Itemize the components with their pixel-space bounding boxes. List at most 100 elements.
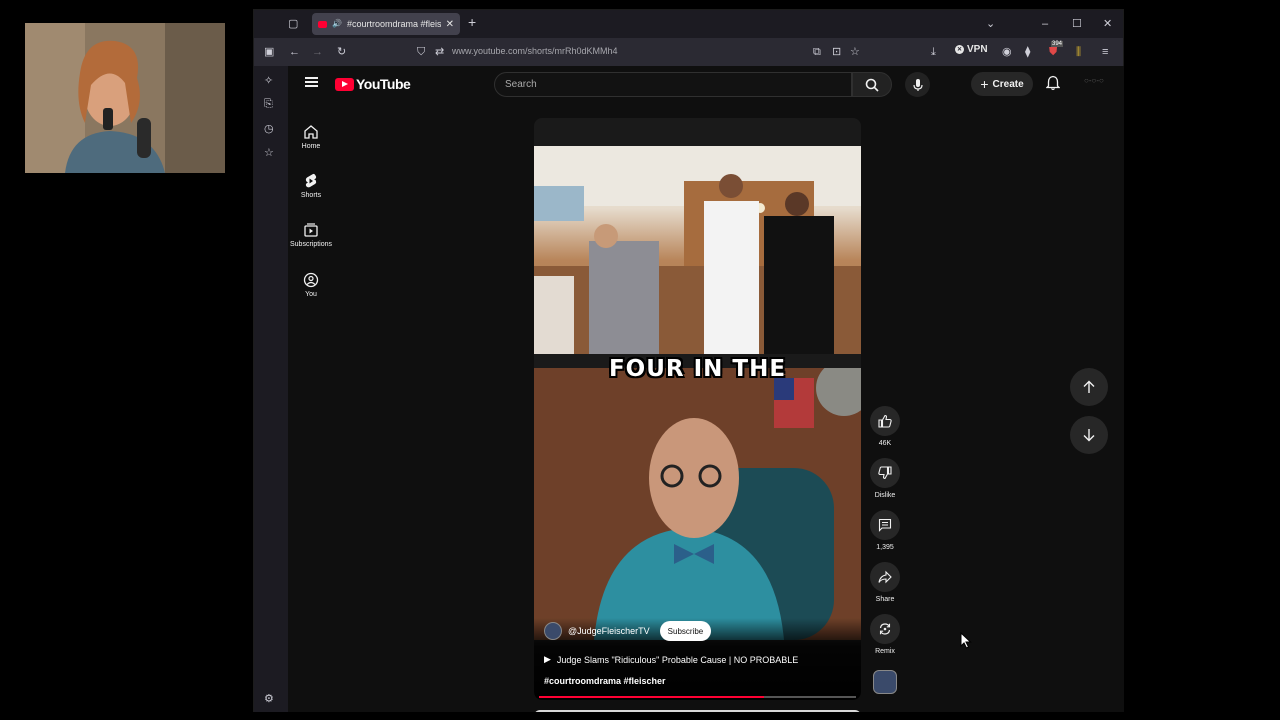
video-frame-judge [534,368,861,640]
back-icon[interactable]: ← [289,44,300,60]
channel-name[interactable]: @JudgeFleischerTV [568,626,650,636]
next-short-preview[interactable] [534,710,861,712]
shorts-icon [305,173,317,188]
search-input[interactable]: Search [494,72,852,97]
comments-button[interactable]: 1,395 [868,510,902,551]
tab-title: #courtroomdrama #fleische [346,19,441,29]
progress-bar[interactable] [539,696,856,698]
video-caption: FOUR IN THE [608,356,787,382]
bookmark-star-icon[interactable]: ☆ [850,44,860,60]
search-icon [865,78,879,92]
tab-list-chevron-icon[interactable]: ⌄ [986,16,995,32]
tab-active[interactable]: 🔊 #courtroomdrama #fleische ✕ [312,13,460,35]
dislike-button[interactable]: Dislike [868,458,902,499]
create-label: Create [992,78,1024,90]
youtube-logo[interactable]: YouTube [335,76,411,92]
guide-item-label: Subscriptions [289,241,333,248]
tab-overview-icon[interactable]: ▢ [288,16,298,32]
youtube-page: YouTube Search + Create ○-○-○ Home Short… [288,66,1124,712]
video-hashtags[interactable]: #courtroomdrama #fleischer [544,676,666,686]
webcam-overlay [25,23,225,173]
sound-button[interactable] [868,670,902,698]
minimize-icon[interactable]: – [1042,16,1048,32]
video-title-row[interactable]: ▶ Judge Slams "Ridiculous" Probable Caus… [544,654,798,665]
guide-item-subscriptions[interactable]: Subscriptions [288,222,334,248]
remix-icon [879,623,891,635]
shorts-player[interactable]: FOUR IN THE @JudgeFleischerTV Subscribe … [534,118,861,700]
create-button[interactable]: + Create [971,72,1033,96]
search-placeholder: Search [505,79,537,90]
address-bar[interactable]: www.youtube.com/shorts/mrRh0dKMMh4 [452,46,618,56]
video-title: Judge Slams "Ridiculous" Probable Cause … [556,654,799,665]
bookmarks-icon[interactable]: ☆ [264,146,274,159]
like-button[interactable]: 46K [868,406,902,447]
judge-scene-image [534,368,861,640]
maximize-icon[interactable]: ☐ [1072,16,1082,32]
close-window-icon[interactable]: ✕ [1103,16,1112,32]
sidebar-settings-icon[interactable]: ⚙ [264,692,274,705]
picture-in-picture-icon[interactable]: ⧉ [813,44,821,60]
youtube-favicon-icon [318,20,327,28]
comment-count: 1,395 [876,544,894,551]
browser-sidebar: ✧ ⎘ ◷ ☆ ⚙ [254,66,288,712]
next-short-button[interactable] [1070,416,1108,454]
browser-window: ▢ 🔊 #courtroomdrama #fleische ✕ + ⌄ – ☐ … [253,9,1124,712]
audio-playing-icon[interactable]: 🔊 [332,20,342,28]
guide-item-home[interactable]: Home [288,124,334,150]
arrow-down-icon [1083,429,1095,442]
courtroom-scene-image [534,146,861,354]
screenshot-icon[interactable]: ⊡ [832,44,841,60]
like-count: 46K [878,440,892,447]
play-icon: ▶ [544,654,551,664]
youtube-logo-text: YouTube [356,76,411,92]
channel-avatar[interactable] [544,622,562,640]
thumbs-down-icon [878,466,892,480]
new-tab-icon[interactable]: + [468,14,476,30]
history-icon[interactable]: ◷ [264,122,274,135]
shield-icon[interactable]: ⛉ [417,44,425,60]
mouse-cursor-icon [960,632,972,649]
thumbs-up-icon [878,414,892,428]
bell-icon [1045,75,1061,91]
channel-sound-avatar-icon [873,670,897,694]
subscriptions-icon [304,223,318,237]
vpn-button[interactable]: ✕ VPN [955,44,988,55]
extensions-icon[interactable]: ⧫ [1025,44,1030,60]
guide-item-label: You [305,291,317,298]
guide-item-you[interactable]: You [288,272,334,298]
forward-icon[interactable]: → [312,44,323,60]
equalizer-icon[interactable]: ⫼ [1076,44,1081,60]
progress-bar-fill [539,696,765,698]
guide-menu-icon[interactable] [305,77,318,87]
vpn-label: VPN [967,44,988,55]
share-label: Share [875,596,895,603]
account-avatar-icon[interactable]: ○-○-○ [1084,76,1104,92]
app-menu-icon[interactable]: ≡ [1102,44,1108,60]
search-button[interactable] [852,72,892,97]
you-icon [303,272,319,288]
notifications-button[interactable] [1045,75,1061,96]
remix-button[interactable]: Remix [868,614,902,655]
ai-chatbot-icon[interactable]: ✧ [264,74,273,87]
previous-short-button[interactable] [1070,368,1108,406]
home-icon [304,125,318,139]
guide-item-shorts[interactable]: Shorts [288,173,334,199]
subscribe-button[interactable]: Subscribe [659,621,712,641]
navigation-bar: ▣ ← → ↻ ⛉ ⇄ www.youtube.com/shorts/mrRh0… [254,38,1123,66]
profile-icon[interactable]: ◉ [1002,44,1012,60]
microphone-icon [912,78,923,91]
reload-icon[interactable]: ↻ [337,44,346,60]
synced-tabs-icon[interactable]: ⎘ [264,98,273,111]
sidebar-toggle-icon[interactable]: ▣ [264,44,274,60]
arrow-up-icon [1083,380,1095,393]
streamer-image [25,23,225,173]
permissions-icon[interactable]: ⇄ [435,44,444,60]
dislike-label: Dislike [874,492,896,499]
downloads-icon[interactable]: ⤓ [931,44,936,60]
voice-search-button[interactable] [905,72,930,97]
youtube-masthead: YouTube Search + Create ○-○-○ [288,66,1124,102]
plus-icon: + [980,76,989,92]
tab-close-icon[interactable]: ✕ [446,19,454,30]
share-button[interactable]: Share [868,562,902,603]
guide-item-label: Home [301,143,321,150]
